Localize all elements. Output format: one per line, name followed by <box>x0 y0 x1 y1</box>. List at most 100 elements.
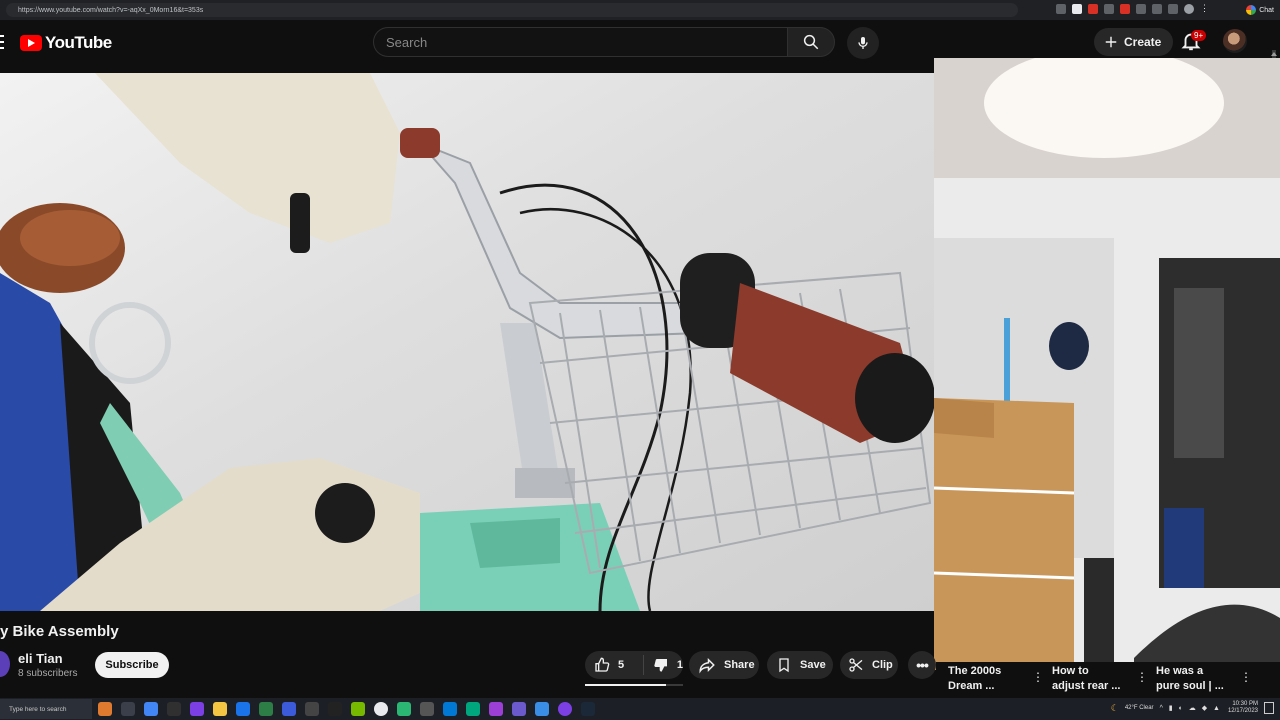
taskbar-search-input[interactable]: Type here to search <box>0 699 92 719</box>
menu-dots-icon[interactable]: ⋮ <box>1200 4 1210 14</box>
app-icon[interactable] <box>535 702 549 716</box>
scissors-icon <box>849 658 863 672</box>
recommendation-title-line: The 2000s <box>948 665 1002 677</box>
search-button[interactable] <box>787 27 835 57</box>
recommendation-item[interactable]: He was a pure soul | ... <box>1156 664 1236 694</box>
clip-label: Clip <box>872 659 893 671</box>
windows-taskbar: Type here to search ☾ 42°F Clear ^ ▮ ◐ ☁… <box>0 698 1280 720</box>
save-button[interactable]: Save <box>767 651 833 679</box>
app-icon[interactable] <box>259 702 273 716</box>
thumbs-down-icon <box>654 659 667 672</box>
video-player[interactable] <box>0 73 934 611</box>
subscriber-count: 8 subscribers <box>18 668 78 679</box>
recommendation-title-line: pure soul | ... <box>1156 680 1224 692</box>
tray-icons[interactable]: ^ ▮ ◐ ☁ ◆ ▲ <box>1160 704 1222 712</box>
clock-date: 12/17/2023 <box>1227 708 1258 714</box>
app-icon[interactable] <box>512 702 526 716</box>
recommendation-menu-icon[interactable]: ⋮ <box>1136 670 1148 684</box>
app-icon[interactable] <box>236 702 250 716</box>
extension-icons: ⋮ <box>1056 4 1210 14</box>
gemini-icon <box>1246 5 1257 15</box>
address-bar[interactable]: https://www.youtube.com/watch?v=-aqXx_0M… <box>6 3 1018 17</box>
system-tray: ☾ 42°F Clear ^ ▮ ◐ ☁ ◆ ▲ 10:30 PM 12/17/… <box>1111 701 1274 715</box>
dislike-count: 1 <box>676 659 683 671</box>
file-explorer-icon[interactable] <box>213 702 227 716</box>
youtube-play-icon <box>20 35 42 51</box>
extension-icon[interactable] <box>1104 4 1114 14</box>
app-icon[interactable] <box>558 702 572 716</box>
taskbar-apps <box>98 702 595 716</box>
app-icon[interactable] <box>328 702 342 716</box>
app-icon[interactable] <box>190 702 204 716</box>
video-frame <box>0 73 934 611</box>
recommendation-item[interactable]: The 2000s Dream ... <box>948 664 1028 694</box>
hamburger-menu-icon[interactable] <box>0 35 4 49</box>
clip-button[interactable]: Clip <box>840 651 898 679</box>
dislike-button[interactable]: 1 <box>644 657 683 673</box>
voice-search-button[interactable] <box>847 27 879 59</box>
logo-text: YouTube <box>45 33 112 52</box>
recommendation-menu-icon[interactable]: ⋮ <box>1032 670 1044 684</box>
app-icon[interactable] <box>282 702 296 716</box>
notification-center-icon[interactable] <box>1264 702 1274 714</box>
recommendation-menu-icon[interactable]: ⋮ <box>1240 670 1252 684</box>
share-button[interactable]: Share <box>689 651 759 679</box>
channel-name[interactable]: eli Tian <box>18 651 63 666</box>
extension-icon[interactable] <box>1168 4 1178 14</box>
extension-icon[interactable] <box>1072 4 1082 14</box>
app-icon[interactable] <box>420 702 434 716</box>
like-ratio-bar <box>585 684 683 686</box>
extension-icon[interactable] <box>1088 4 1098 14</box>
recommendation-item[interactable]: How to adjust rear ... <box>1052 664 1132 694</box>
app-icon[interactable] <box>167 702 181 716</box>
more-actions-button[interactable]: ••• <box>908 651 936 679</box>
app-icon[interactable] <box>98 702 112 716</box>
chat-button[interactable]: Chat <box>1246 3 1274 17</box>
recommendation-title-line: He was a <box>1156 665 1204 677</box>
account-avatar[interactable] <box>1223 29 1247 53</box>
bookmark-icon <box>779 658 789 673</box>
microphone-icon <box>858 37 868 49</box>
subscribe-button[interactable]: Subscribe <box>95 652 169 678</box>
create-label: Create <box>1124 35 1162 49</box>
browser-toolbar: https://www.youtube.com/watch?v=-aqXx_0M… <box>0 0 1280 20</box>
app-icon[interactable] <box>305 702 319 716</box>
app-icon[interactable] <box>466 702 480 716</box>
extension-icon[interactable] <box>1152 4 1162 14</box>
webcam-frame <box>934 58 1280 670</box>
like-button[interactable]: 5 <box>585 655 644 675</box>
plus-icon <box>1105 36 1117 48</box>
like-ratio-fill <box>585 684 667 686</box>
search-icon <box>803 34 819 50</box>
app-icon[interactable] <box>397 702 411 716</box>
search-input[interactable]: Search <box>373 27 787 57</box>
thumbs-up-icon <box>595 657 610 672</box>
recommendation-title-line: How to <box>1052 665 1089 677</box>
youtube-logo[interactable]: YouTube <box>20 33 112 53</box>
webcam-overlay <box>934 58 1280 670</box>
url-text: https://www.youtube.com/watch?v=-aqXx_0M… <box>18 6 204 14</box>
recommendations-strip: The 2000s Dream ... ⋮ How to adjust rear… <box>936 662 1280 698</box>
more-icon: ••• <box>916 657 929 673</box>
steam-icon[interactable] <box>581 702 595 716</box>
save-label: Save <box>800 659 826 671</box>
extension-icon[interactable] <box>1056 4 1066 14</box>
chrome-icon[interactable] <box>374 702 388 716</box>
create-button[interactable]: Create <box>1094 28 1174 56</box>
app-icon[interactable] <box>144 702 158 716</box>
app-icon[interactable] <box>121 702 135 716</box>
profile-icon[interactable] <box>1184 4 1194 14</box>
app-icon[interactable] <box>351 702 365 716</box>
extension-icon[interactable] <box>1136 4 1146 14</box>
share-icon <box>699 657 715 674</box>
app-icon[interactable] <box>489 702 503 716</box>
clock[interactable]: 10:30 PM 12/17/2023 <box>1228 701 1258 715</box>
extension-icon[interactable] <box>1120 4 1130 14</box>
app-icon[interactable] <box>443 702 457 716</box>
video-title: y Bike Assembly <box>0 623 119 640</box>
recommendation-title-line: adjust rear ... <box>1052 680 1121 692</box>
channel-avatar[interactable] <box>0 651 10 677</box>
notification-badge: 9+ <box>1191 30 1207 41</box>
clock-time: 10:30 PM <box>1232 701 1258 707</box>
weather-text[interactable]: 42°F Clear <box>1125 705 1154 711</box>
